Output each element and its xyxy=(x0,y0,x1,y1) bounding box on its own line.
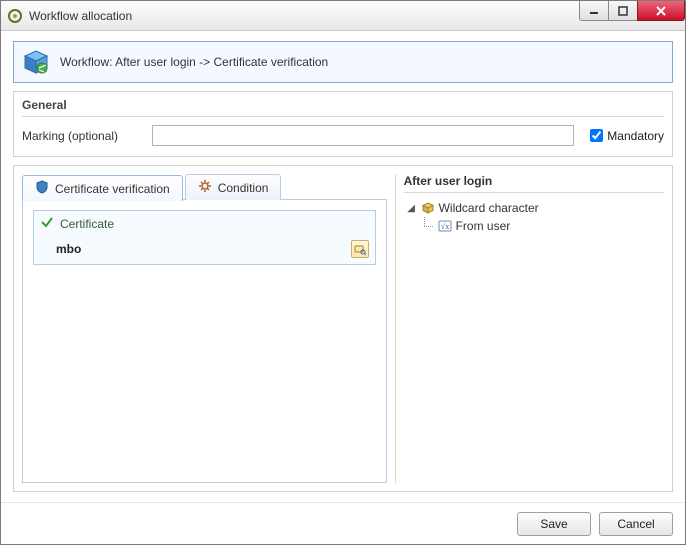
footer: Save Cancel xyxy=(1,502,685,544)
right-pane-title: After user login xyxy=(404,174,664,193)
main-split: Certificate verification Condition xyxy=(13,165,673,492)
check-icon xyxy=(40,215,54,232)
tab-cond-label: Condition xyxy=(218,181,269,195)
tab-certificate-verification[interactable]: Certificate verification xyxy=(22,175,183,201)
save-button[interactable]: Save xyxy=(517,512,591,536)
svg-text:√x: √x xyxy=(440,222,448,231)
tree-child-row[interactable]: √x From user xyxy=(404,217,664,235)
app-icon xyxy=(7,8,23,24)
mandatory-checkbox-wrap[interactable]: Mandatory xyxy=(590,129,664,143)
tab-cert-label: Certificate verification xyxy=(55,182,170,196)
tab-condition[interactable]: Condition xyxy=(185,174,282,200)
tree-toggle-icon[interactable]: ◢ xyxy=(406,203,417,214)
workflow-info-text: Workflow: After user login -> Certificat… xyxy=(60,55,328,69)
mandatory-label: Mandatory xyxy=(607,129,664,143)
mandatory-checkbox[interactable] xyxy=(590,129,603,142)
certificate-row: mbo xyxy=(34,236,375,264)
close-button[interactable] xyxy=(637,1,685,21)
cube-small-icon xyxy=(421,201,435,215)
gear-icon xyxy=(198,179,212,196)
window-controls xyxy=(580,1,685,23)
certificate-header: Certificate xyxy=(34,211,375,236)
tree-connector xyxy=(420,217,434,235)
tree-child-label: From user xyxy=(456,219,511,233)
maximize-button[interactable] xyxy=(608,1,638,21)
certificate-value: mbo xyxy=(56,242,81,256)
tab-strip: Certificate verification Condition xyxy=(22,174,387,200)
minimize-button[interactable] xyxy=(579,1,609,21)
marking-label: Marking (optional) xyxy=(22,129,142,143)
cube-icon xyxy=(22,48,50,76)
window-title: Workflow allocation xyxy=(29,9,132,23)
general-group: General Marking (optional) Mandatory xyxy=(13,91,673,157)
cancel-button[interactable]: Cancel xyxy=(599,512,673,536)
marking-row: Marking (optional) Mandatory xyxy=(22,125,664,146)
tab-body: Certificate mbo xyxy=(22,199,387,483)
shield-icon xyxy=(35,180,49,197)
variable-icon: √x xyxy=(438,219,452,233)
title-bar: Workflow allocation xyxy=(1,1,685,31)
right-pane: After user login ◢ Wildcard character xyxy=(395,174,664,483)
workflow-info-box: Workflow: After user login -> Certificat… xyxy=(13,41,673,83)
certificate-group-label: Certificate xyxy=(60,217,114,231)
left-pane: Certificate verification Condition xyxy=(22,174,387,483)
tree: ◢ Wildcard character xyxy=(404,199,664,235)
marking-input[interactable] xyxy=(152,125,574,146)
tree-root-label: Wildcard character xyxy=(439,201,539,215)
folder-search-icon xyxy=(354,243,366,255)
tree-root-row[interactable]: ◢ Wildcard character xyxy=(404,199,664,217)
browse-certificate-button[interactable] xyxy=(351,240,369,258)
window: Workflow allocation xyxy=(0,0,686,545)
certificate-group: Certificate mbo xyxy=(33,210,376,265)
general-title: General xyxy=(22,98,664,117)
client-area: Workflow: After user login -> Certificat… xyxy=(1,31,685,502)
